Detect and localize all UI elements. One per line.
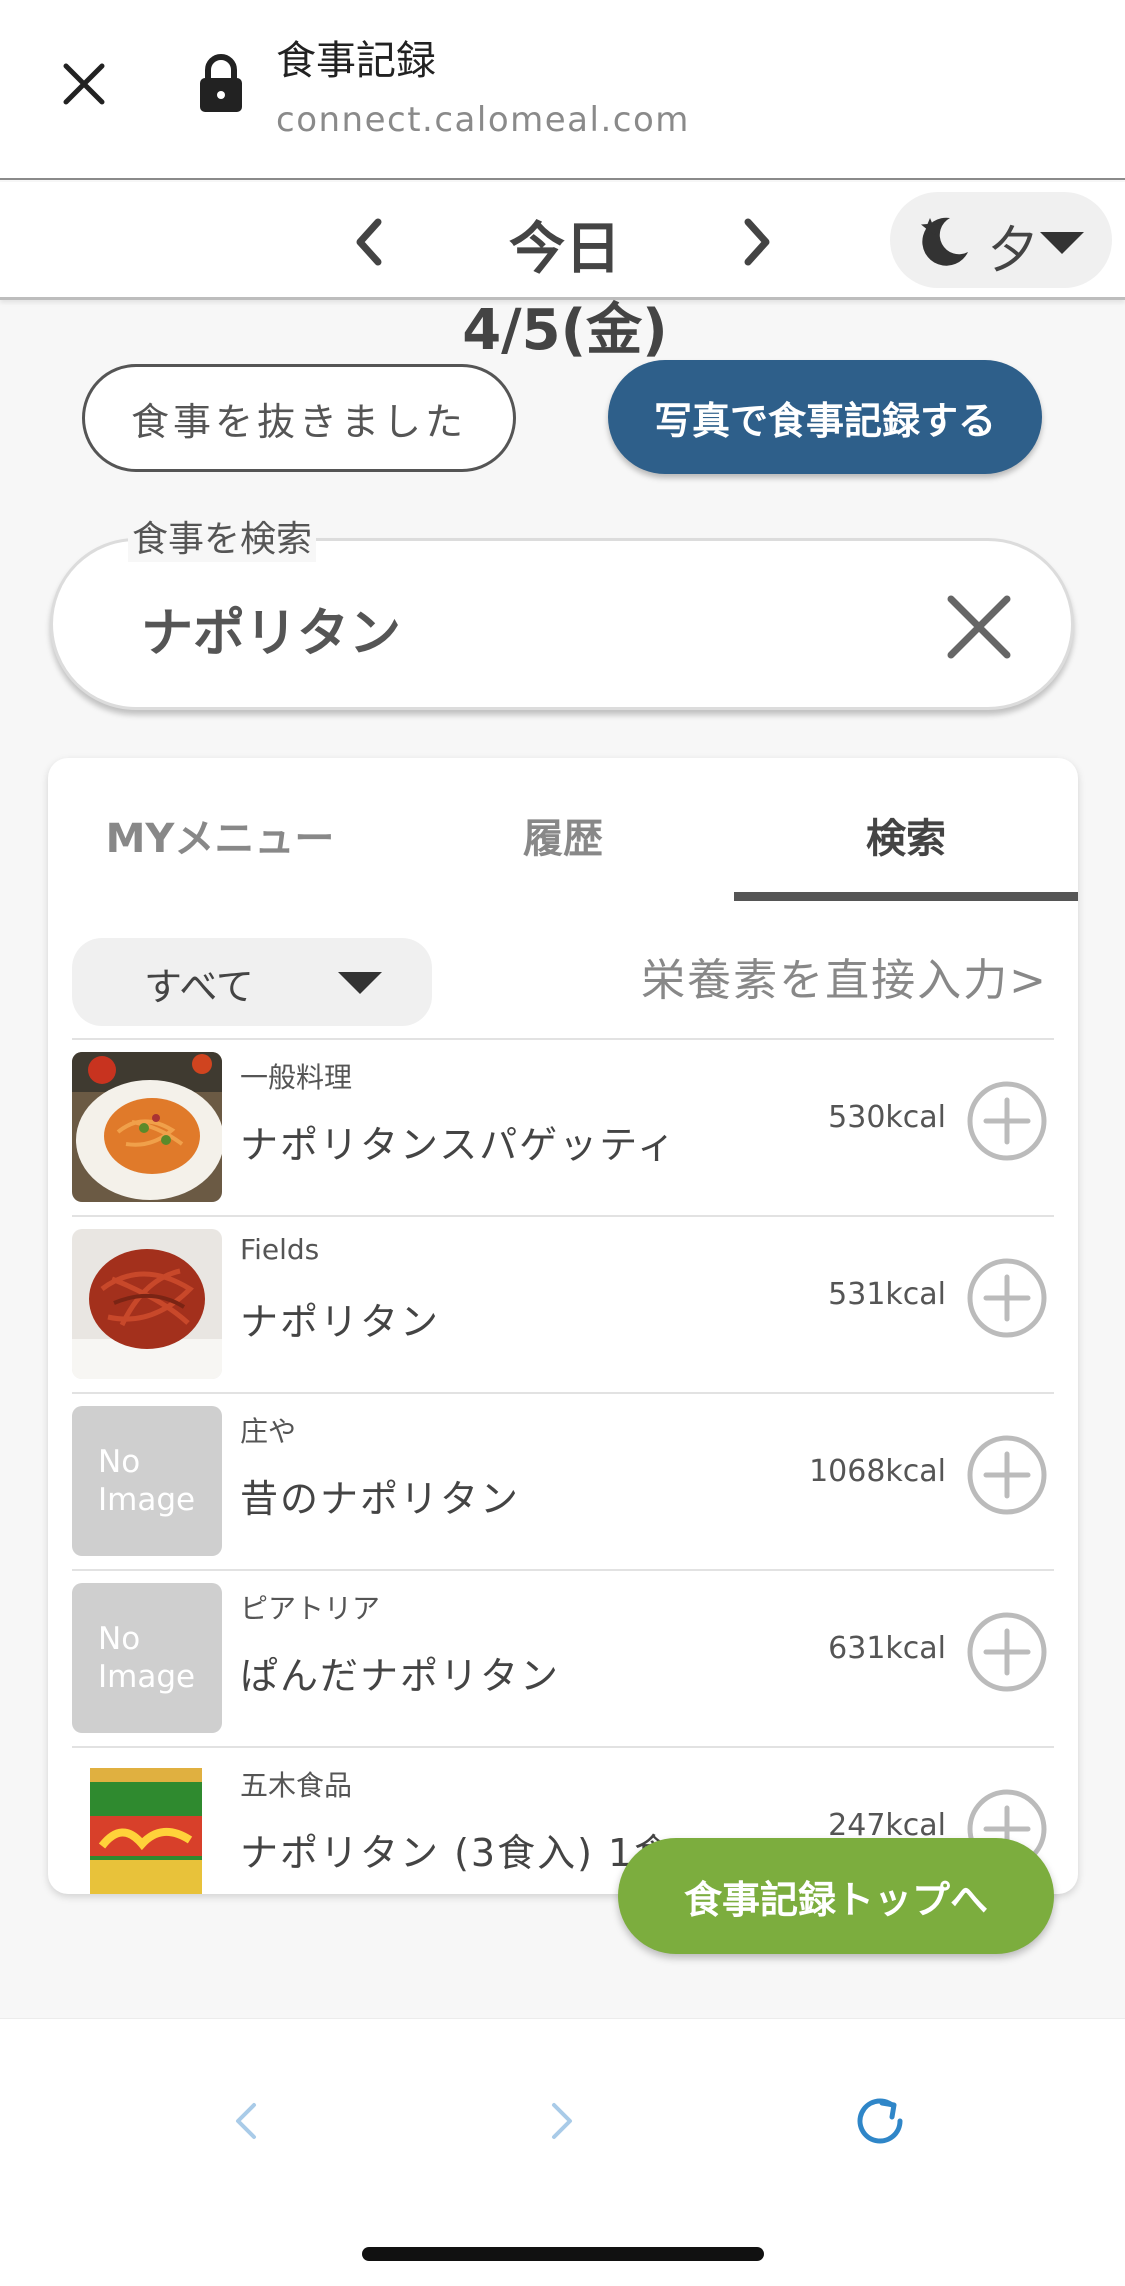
no-image-placeholder: No Image <box>72 1406 222 1556</box>
food-name: ナポリタン (3食入) 1食 <box>240 1831 675 1875</box>
search-label: 食事を検索 <box>128 510 317 562</box>
add-circle-icon[interactable] <box>966 1434 1048 1516</box>
food-photo <box>72 1229 222 1379</box>
tab-search[interactable]: 検索 <box>734 806 1078 864</box>
result-list: 一般料理 ナポリタンスパゲッティ 530kcal Fields ナポリタン 53… <box>72 1038 1054 1894</box>
no-image-text: No <box>98 1444 141 1480</box>
search-value: ナポリタン <box>141 604 402 664</box>
back-icon[interactable] <box>230 2099 260 2143</box>
food-brand: ピアトリア <box>240 1592 381 1625</box>
filter-label: すべて <box>144 965 254 1009</box>
food-brand: 庄や <box>240 1415 297 1448</box>
date-header: 今日4/5(金) 夕 <box>0 182 1125 363</box>
chevron-left-icon[interactable] <box>348 212 388 272</box>
food-name: ぱんだナポリタン <box>240 1654 561 1698</box>
food-brand: 五木食品 <box>240 1769 353 1802</box>
search-input[interactable]: ナポリタン <box>50 538 1074 710</box>
food-brand: Fields <box>240 1233 320 1266</box>
tab-history[interactable]: 履歴 <box>391 806 735 864</box>
food-name: ナポリタン <box>240 1300 441 1344</box>
meal-type-label: 夕 <box>988 221 1038 279</box>
chevron-down-icon <box>1040 232 1084 254</box>
food-kcal: 631kcal <box>828 1631 946 1666</box>
food-name: 昔のナポリタン <box>240 1477 521 1521</box>
browser-top-bar: 食事記録 connect.calomeal.com <box>0 0 1125 180</box>
chevron-down-icon <box>338 972 382 994</box>
close-icon[interactable] <box>58 58 110 110</box>
meal-type-select[interactable]: 夕 <box>890 192 1112 288</box>
add-circle-icon[interactable] <box>966 1257 1048 1339</box>
list-item[interactable]: No Image 庄や 昔のナポリタン 1068kcal <box>72 1392 1054 1569</box>
browser-bottom-nav <box>0 2018 1125 2286</box>
no-image-placeholder: No Image <box>72 1583 222 1733</box>
tab-my-menu[interactable]: MYメニュー <box>48 806 392 864</box>
list-item[interactable]: 一般料理 ナポリタンスパゲッティ 530kcal <box>72 1038 1054 1215</box>
clear-icon[interactable] <box>943 591 1015 663</box>
food-search-card: MYメニュー 履歴 検索 すべて 栄養素を直接入力> 一般料理 ナポリタンスパゲ… <box>48 758 1078 1894</box>
tab-bar: MYメニュー 履歴 検索 <box>48 758 1078 902</box>
nutrient-input-link[interactable]: 栄養素を直接入力> <box>641 944 1048 1008</box>
forward-icon[interactable] <box>548 2099 578 2143</box>
lock-icon <box>200 54 242 112</box>
chevron-right-icon[interactable] <box>738 212 778 272</box>
date-label: 今日4/5(金) <box>462 217 668 363</box>
list-item[interactable]: No Image ピアトリア ぱんだナポリタン 631kcal <box>72 1569 1054 1746</box>
add-circle-icon[interactable] <box>966 1611 1048 1693</box>
list-item[interactable]: Fields ナポリタン 531kcal <box>72 1215 1054 1392</box>
food-name: ナポリタンスパゲッティ <box>240 1123 677 1167</box>
category-filter-select[interactable]: すべて <box>72 938 432 1026</box>
food-kcal: 531kcal <box>828 1277 946 1312</box>
skip-meal-button[interactable]: 食事を抜きました <box>82 364 516 472</box>
reload-icon[interactable] <box>852 2093 908 2149</box>
no-image-text: Image <box>98 1659 196 1695</box>
meal-record-top-button[interactable]: 食事記録トップへ <box>618 1838 1054 1954</box>
no-image-text: Image <box>98 1482 196 1518</box>
food-kcal: 530kcal <box>828 1100 946 1135</box>
food-package-photo <box>72 1760 222 1894</box>
food-kcal: 1068kcal <box>809 1454 946 1489</box>
add-circle-icon[interactable] <box>966 1080 1048 1162</box>
photo-record-button[interactable]: 写真で食事記録する <box>608 360 1042 474</box>
home-indicator <box>362 2247 764 2261</box>
page-title: 食事記録 <box>276 38 436 84</box>
moon-star-icon <box>921 217 968 266</box>
food-brand: 一般料理 <box>240 1061 353 1094</box>
food-photo <box>72 1052 222 1202</box>
page-url: connect.calomeal.com <box>276 100 690 140</box>
no-image-text: No <box>98 1621 141 1657</box>
active-tab-indicator <box>734 892 1078 901</box>
